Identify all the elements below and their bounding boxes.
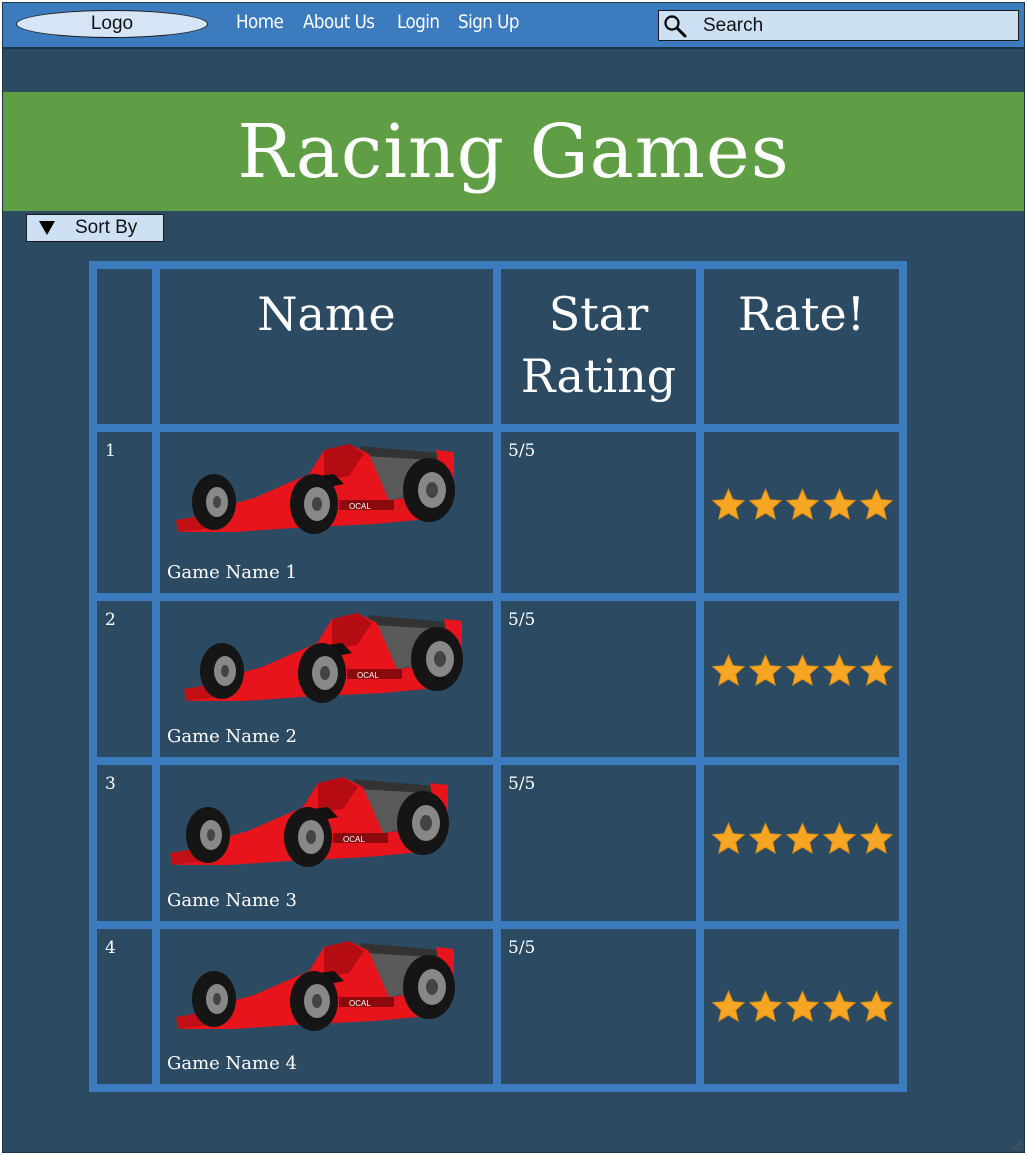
star-icon[interactable]	[859, 487, 894, 522]
star-icon[interactable]	[822, 653, 857, 688]
sort-by-label: Sort By	[75, 217, 138, 238]
name-cell[interactable]: Game Name 4	[160, 929, 493, 1084]
rank-cell: 2	[97, 601, 152, 757]
rate-stars	[711, 821, 894, 856]
star-icon[interactable]	[822, 821, 857, 856]
nav-signup-link[interactable]: Sign Up	[458, 11, 519, 33]
page-title: Racing Games	[237, 108, 790, 195]
nav-home-link[interactable]: Home	[236, 11, 284, 33]
sort-by-button[interactable]: Sort By	[26, 214, 164, 242]
rank-cell: 4	[97, 929, 152, 1084]
race-car-image	[174, 440, 459, 540]
star-rating-cell: 5/5	[501, 601, 696, 757]
name-cell[interactable]: Game Name 3	[160, 765, 493, 921]
star-icon[interactable]	[711, 989, 746, 1024]
games-table: Name Star Rating Rate! 1 Game Name 1 5/5	[89, 261, 907, 1092]
name-cell[interactable]: Game Name 2	[160, 601, 493, 757]
rate-stars	[711, 487, 894, 522]
star-icon[interactable]	[711, 821, 746, 856]
rate-stars	[711, 653, 894, 688]
star-icon[interactable]	[748, 653, 783, 688]
header-rate: Rate!	[704, 269, 899, 424]
logo[interactable]: Logo	[16, 10, 208, 38]
star-icon[interactable]	[822, 487, 857, 522]
star-icon[interactable]	[711, 653, 746, 688]
table-header-row: Name Star Rating Rate!	[97, 269, 899, 424]
game-name[interactable]: Game Name 3	[167, 890, 297, 911]
rate-cell	[704, 765, 899, 921]
table-row: 1 Game Name 1 5/5	[97, 432, 899, 593]
table-row: 3 Game Name 3 5/5	[97, 765, 899, 921]
game-name[interactable]: Game Name 4	[167, 1053, 297, 1074]
search-icon[interactable]	[663, 14, 687, 38]
star-icon[interactable]	[859, 821, 894, 856]
name-cell[interactable]: Game Name 1	[160, 432, 493, 593]
star-icon[interactable]	[785, 653, 820, 688]
race-car-image	[174, 937, 459, 1037]
rate-cell	[704, 432, 899, 593]
star-rating-cell: 5/5	[501, 765, 696, 921]
header-star-rating-label: Star Rating	[520, 287, 677, 403]
game-name[interactable]: Game Name 1	[167, 562, 297, 583]
star-icon[interactable]	[785, 821, 820, 856]
triangle-down-icon	[39, 221, 55, 235]
star-rating-cell: 5/5	[501, 432, 696, 593]
rate-cell	[704, 929, 899, 1084]
star-icon[interactable]	[822, 989, 857, 1024]
header-star-rating: Star Rating	[501, 269, 696, 424]
page: Logo Home About Us Login Sign Up Racing …	[2, 2, 1025, 1153]
game-name[interactable]: Game Name 2	[167, 726, 297, 747]
star-icon[interactable]	[748, 821, 783, 856]
rate-cell	[704, 601, 899, 757]
rank-cell: 3	[97, 765, 152, 921]
header-name: Name	[160, 269, 493, 424]
header-rank	[97, 269, 152, 424]
resize-grip-icon[interactable]	[1010, 1138, 1022, 1150]
nav-login-link[interactable]: Login	[397, 11, 440, 33]
star-icon[interactable]	[859, 653, 894, 688]
race-car-image	[168, 773, 453, 873]
star-rating-cell: 5/5	[501, 929, 696, 1084]
star-icon[interactable]	[711, 487, 746, 522]
top-nav: Logo Home About Us Login Sign Up	[3, 3, 1024, 49]
star-icon[interactable]	[748, 487, 783, 522]
race-car-image	[182, 609, 467, 709]
star-icon[interactable]	[785, 487, 820, 522]
table-row: 2 Game Name 2 5/5	[97, 601, 899, 757]
star-icon[interactable]	[859, 989, 894, 1024]
rank-cell: 1	[97, 432, 152, 593]
star-icon[interactable]	[748, 989, 783, 1024]
nav-links: Home About Us Login Sign Up	[236, 11, 527, 33]
hero-banner: Racing Games	[3, 92, 1024, 211]
star-icon[interactable]	[785, 989, 820, 1024]
table-row: 4 Game Name 4 5/5	[97, 929, 899, 1084]
search-input[interactable]	[703, 14, 1003, 37]
nav-about-link[interactable]: About Us	[303, 11, 375, 33]
search-box[interactable]	[658, 10, 1019, 41]
rate-stars	[711, 989, 894, 1024]
